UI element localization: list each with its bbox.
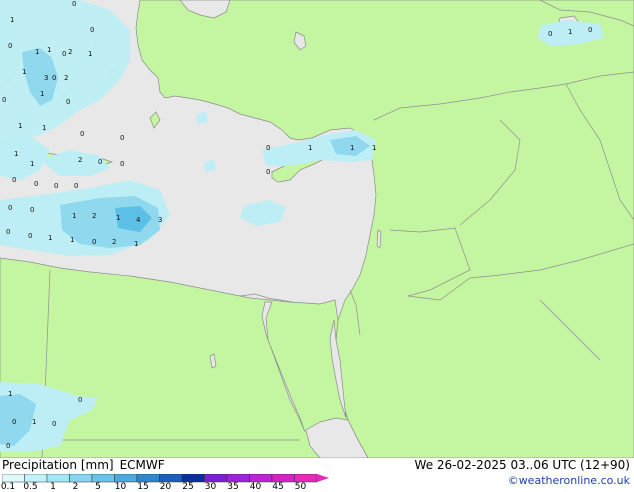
precip-small-1 [196, 112, 208, 124]
scale-swatch [226, 474, 250, 483]
point-value: 0 [92, 238, 96, 246]
point-value: 0 [548, 30, 552, 38]
point-value: 0 [34, 180, 38, 188]
variable-label: Precipitation [mm] [2, 458, 114, 472]
point-value: 0 [80, 130, 84, 138]
point-value: 2 [68, 48, 72, 56]
color-scale-labels: 0.1 0.5 1 2 5 10 15 20 25 30 35 40 45 50 [0, 482, 340, 492]
point-value: 0 [66, 98, 70, 106]
dead-sea [376, 229, 382, 249]
scale-swatch [91, 474, 115, 483]
point-value: 1 [70, 236, 74, 244]
point-value: 1 [88, 50, 92, 58]
scale-tick-label: 15 [137, 482, 149, 492]
point-value: 1 [72, 212, 76, 220]
scale-swatch [2, 474, 25, 483]
point-value: 0 [6, 228, 10, 236]
point-value: 1 [48, 234, 52, 242]
scale-swatch [271, 474, 295, 483]
point-value: 0 [78, 396, 82, 404]
point-value: 0 [30, 206, 34, 214]
scale-swatch [159, 474, 183, 483]
scale-tick-label: 35 [227, 482, 239, 492]
point-value: 1 [35, 48, 39, 56]
weather-map: 0 1 0 1 1 0 1 0 2 1 3 2 0 1 0 1 1 0 1 0 … [0, 0, 634, 458]
point-value: 0 [8, 204, 12, 212]
scale-tick-label: 25 [182, 482, 194, 492]
scale-tick-label: 20 [159, 482, 172, 492]
point-value: 1 [116, 214, 120, 222]
scale-swatch [181, 474, 205, 483]
point-value: 0 [72, 0, 76, 8]
point-value: 0 [12, 176, 16, 184]
point-value: 1 [42, 124, 46, 132]
scale-swatch [24, 474, 48, 483]
scale-swatch [69, 474, 93, 483]
point-value: 1 [32, 418, 36, 426]
valid-time-label: We 26-02-2025 03..06 UTC (12+90) [414, 458, 630, 472]
point-value: 3 [44, 74, 48, 82]
scale-tick-label: 2 [72, 482, 79, 492]
point-value: 4 [136, 216, 141, 224]
point-value: 0 [28, 232, 32, 240]
scale-swatch [114, 474, 138, 483]
point-value: 0 [52, 74, 56, 82]
point-value: 0 [6, 442, 10, 450]
point-value: 0 [120, 134, 124, 142]
scale-arrow-icon [317, 474, 329, 482]
scale-swatch [204, 474, 228, 483]
scale-tick-label: 5 [95, 482, 101, 492]
point-value: 0 [74, 182, 78, 190]
map-canvas: 0 1 0 1 1 0 1 0 2 1 3 2 0 1 0 1 1 0 1 0 … [0, 0, 634, 458]
point-value: 1 [8, 390, 12, 398]
point-value: 1 [40, 90, 44, 98]
point-value: 2 [64, 74, 68, 82]
point-value: 1 [10, 16, 14, 24]
point-value: 0 [588, 26, 592, 34]
point-value: 0 [266, 168, 270, 176]
scale-tick-label: 0.5 [23, 482, 38, 492]
point-value: 1 [308, 144, 312, 152]
scale-tick-label: 50 [294, 482, 307, 492]
scale-tick-label: 1 [50, 482, 56, 492]
point-value: 0 [12, 418, 16, 426]
point-value: 2 [112, 238, 116, 246]
map-footer: Precipitation [mm] ECMWF We 26-02-2025 03… [0, 458, 634, 492]
point-value: 1 [14, 150, 18, 158]
point-value: 1 [568, 28, 572, 36]
scale-tick-label: 45 [272, 482, 284, 492]
point-value: 2 [92, 212, 96, 220]
scale-tick-label: 30 [204, 482, 217, 492]
point-value: 0 [98, 158, 102, 166]
product-title: Precipitation [mm] ECMWF [2, 458, 165, 472]
point-value: 0 [120, 160, 124, 168]
point-value: 1 [47, 46, 51, 54]
scale-swatch [294, 474, 318, 483]
model-label: ECMWF [119, 458, 165, 472]
point-value: 0 [52, 420, 56, 428]
scale-tick-label: 10 [114, 482, 127, 492]
scale-tick-label: 0.1 [0, 482, 16, 492]
point-value: 0 [54, 182, 58, 190]
point-value: 1 [18, 122, 22, 130]
point-value: 1 [134, 240, 138, 248]
point-value: 2 [78, 156, 82, 164]
precip-small-2 [204, 160, 216, 172]
point-value: 0 [62, 50, 66, 58]
point-value: 3 [158, 216, 162, 224]
scale-swatch [136, 474, 160, 483]
point-value: 1 [22, 68, 26, 76]
point-value: 0 [90, 26, 94, 34]
scale-swatch [46, 474, 70, 483]
point-value: 1 [30, 160, 34, 168]
credit-link[interactable]: ©weatheronline.co.uk [508, 474, 630, 487]
scale-tick-label: 40 [249, 482, 262, 492]
scale-swatch [249, 474, 273, 483]
point-value: 1 [350, 144, 354, 152]
point-value: 0 [266, 144, 270, 152]
point-value: 0 [8, 42, 12, 50]
point-value: 0 [2, 96, 6, 104]
point-value: 1 [372, 144, 376, 152]
